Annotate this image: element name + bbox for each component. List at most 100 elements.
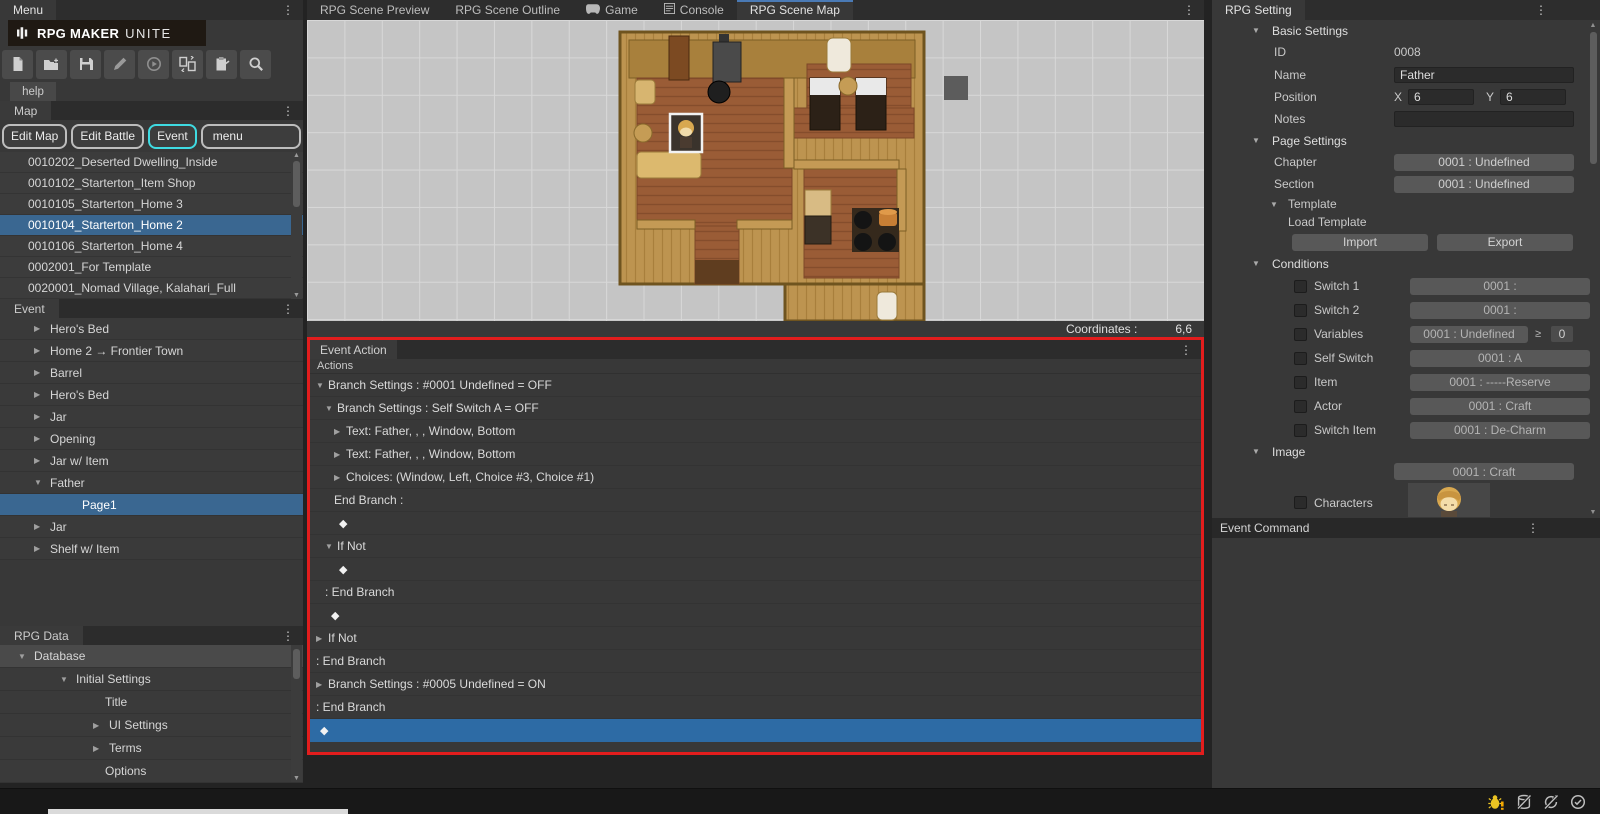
condition-value-dropdown[interactable]: 0001 : De-Charm xyxy=(1410,422,1590,439)
expander-icon[interactable]: ▶ xyxy=(34,412,50,421)
expander-icon[interactable]: ▼ xyxy=(1252,259,1264,268)
character-sprite-thumbnail[interactable] xyxy=(1408,483,1490,517)
tab-rpg-scene-preview[interactable]: RPG Scene Preview xyxy=(307,0,442,20)
expander-icon[interactable]: ▼ xyxy=(60,675,76,684)
kebab-menu-icon[interactable]: ⋮ xyxy=(273,626,303,645)
event-action-row[interactable]: ▼Branch Settings : #0001 Undefined = OFF xyxy=(310,374,1201,397)
rpg-data-item[interactable]: Title xyxy=(0,691,303,714)
map-list-item[interactable]: 0010202_Deserted Dwelling_Inside xyxy=(0,152,303,173)
expander-icon[interactable]: ▼ xyxy=(34,478,50,487)
export-button[interactable]: Export xyxy=(1437,234,1573,251)
checkbox[interactable] xyxy=(1294,424,1307,437)
event-tree-item[interactable]: ▶Hero's Bed xyxy=(0,318,303,340)
checkbox[interactable] xyxy=(1294,400,1307,413)
position-y-field[interactable]: 6 xyxy=(1500,89,1566,105)
expander-icon[interactable]: ▶ xyxy=(34,324,50,333)
event-action-row[interactable]: ▶Text: Father, , , Window, Bottom xyxy=(310,443,1201,466)
checkbox[interactable] xyxy=(1294,328,1307,341)
event-tree-item[interactable]: ▶Opening xyxy=(0,428,303,450)
bug-warning-icon[interactable] xyxy=(1488,794,1505,810)
expander-icon[interactable]: ▶ xyxy=(34,434,50,443)
event-action-row[interactable]: ▶Branch Settings : #0005 Undefined = ON xyxy=(310,673,1201,696)
expander-icon[interactable]: ▶ xyxy=(34,390,50,399)
event-action-row[interactable]: ▶Text: Father, , , Window, Bottom xyxy=(310,420,1201,443)
checkbox[interactable] xyxy=(1294,280,1307,293)
condition-value-dropdown[interactable]: 0001 : A xyxy=(1410,350,1590,367)
event-action-row[interactable]: ▼Branch Settings : Self Switch A = OFF xyxy=(310,397,1201,420)
map-list-item[interactable]: 0002001_For Template xyxy=(0,257,303,278)
open-project-button[interactable] xyxy=(36,50,67,79)
kebab-menu-icon[interactable]: ⋮ xyxy=(273,101,303,120)
cache-server-disabled-icon[interactable] xyxy=(1516,794,1532,810)
expander-icon[interactable]: ▼ xyxy=(325,542,337,551)
search-button[interactable] xyxy=(240,50,271,79)
event-tree-item[interactable]: ▶Jar xyxy=(0,406,303,428)
event-tree-item[interactable]: ▶Jar xyxy=(0,516,303,538)
page-settings-section[interactable]: ▼Page Settings xyxy=(1212,130,1600,151)
rpg-data-section-tab[interactable]: RPG Data xyxy=(0,626,83,645)
expander-icon[interactable]: ▼ xyxy=(1252,136,1264,145)
kebab-menu-icon[interactable]: ⋮ xyxy=(1526,0,1556,20)
tab-rpg-setting[interactable]: RPG Setting xyxy=(1212,0,1305,20)
expander-icon[interactable]: ▶ xyxy=(34,456,50,465)
event-tree-item[interactable]: ▶Barrel xyxy=(0,362,303,384)
event-tree-item[interactable]: ▶Hero's Bed xyxy=(0,384,303,406)
checkbox[interactable] xyxy=(1294,376,1307,389)
comparison-operator-icon[interactable]: ≥ xyxy=(1528,328,1548,340)
event-button[interactable]: Event xyxy=(148,124,197,149)
import-button[interactable]: Import xyxy=(1292,234,1428,251)
operand-field[interactable]: 0 xyxy=(1551,326,1573,342)
expander-icon[interactable]: ▼ xyxy=(18,652,34,661)
play-button[interactable] xyxy=(138,50,169,79)
position-x-field[interactable]: 6 xyxy=(1408,89,1474,105)
import-export-button[interactable] xyxy=(172,50,203,79)
expander-icon[interactable]: ▶ xyxy=(334,427,346,436)
expander-icon[interactable]: ▶ xyxy=(334,473,346,482)
tab-rpg-scene-outline[interactable]: RPG Scene Outline xyxy=(442,0,573,20)
kebab-menu-icon[interactable]: ⋮ xyxy=(1518,521,1548,535)
checkbox[interactable] xyxy=(1294,304,1307,317)
rpg-data-item[interactable]: ▼Initial Settings xyxy=(0,668,303,691)
checkbox[interactable] xyxy=(1294,496,1307,509)
event-action-row[interactable]: : End Branch xyxy=(310,696,1201,719)
tab-menu[interactable]: Menu xyxy=(0,0,56,20)
expander-icon[interactable]: ▶ xyxy=(93,744,109,753)
rpg-data-item[interactable]: ▶Terms xyxy=(0,737,303,760)
event-action-row[interactable]: ▼If Not xyxy=(310,535,1201,558)
event-action-row[interactable]: : End Branch xyxy=(310,581,1201,604)
scroll-up-icon[interactable]: ▲ xyxy=(293,152,300,159)
scene-map-canvas[interactable] xyxy=(307,20,1204,321)
name-field[interactable]: Father xyxy=(1394,67,1574,83)
expander-icon[interactable]: ▼ xyxy=(316,381,328,390)
expander-icon[interactable]: ▶ xyxy=(334,450,346,459)
expander-icon[interactable]: ▶ xyxy=(34,346,50,355)
event-tree-item[interactable]: ▶Home 2 → Frontier Town xyxy=(0,340,303,362)
expander-icon[interactable]: ▼ xyxy=(325,404,337,413)
section-dropdown[interactable]: 0001 : Undefined xyxy=(1394,176,1574,193)
chapter-dropdown[interactable]: 0001 : Undefined xyxy=(1394,154,1574,171)
event-action-tab[interactable]: Event Action xyxy=(310,340,397,359)
auto-refresh-disabled-icon[interactable] xyxy=(1543,794,1559,810)
event-action-row[interactable]: ▶If Not xyxy=(310,627,1201,650)
map-section-tab[interactable]: Map xyxy=(0,101,51,120)
rpg-setting-scrollbar[interactable]: ▲ ▼ xyxy=(1588,22,1598,516)
scroll-down-icon[interactable]: ▼ xyxy=(293,292,300,299)
rpg-data-item-database[interactable]: ▼Database xyxy=(0,645,303,668)
image-dropdown[interactable]: 0001 : Craft xyxy=(1394,463,1574,480)
condition-value-dropdown[interactable]: 0001 : -----Reserve xyxy=(1410,374,1590,391)
event-tree-item[interactable]: ▼Father xyxy=(0,472,303,494)
event-action-row[interactable]: ▶Choices: (Window, Left, Choice #3, Choi… xyxy=(310,466,1201,489)
expander-icon[interactable]: ▶ xyxy=(34,522,50,531)
condition-value-dropdown[interactable]: 0001 : Undefined xyxy=(1410,326,1528,343)
scroll-down-icon[interactable]: ▼ xyxy=(1590,509,1597,516)
event-tree-item[interactable]: ▶Jar w/ Item xyxy=(0,450,303,472)
expander-icon[interactable]: ▶ xyxy=(316,680,328,689)
condition-value-dropdown[interactable]: 0001 : Craft xyxy=(1410,398,1590,415)
expander-icon[interactable]: ▼ xyxy=(1252,26,1264,35)
map-list-item-selected[interactable]: 0010104_Starterton_Home 2 xyxy=(0,215,303,236)
scrollbar-thumb[interactable] xyxy=(293,649,300,679)
tab-rpg-scene-map[interactable]: RPG Scene Map xyxy=(737,0,853,20)
map-list-item[interactable]: 0010105_Starterton_Home 3 xyxy=(0,194,303,215)
rpg-data-scrollbar[interactable]: ▼ xyxy=(291,645,302,782)
expander-icon[interactable]: ▼ xyxy=(1252,447,1264,456)
